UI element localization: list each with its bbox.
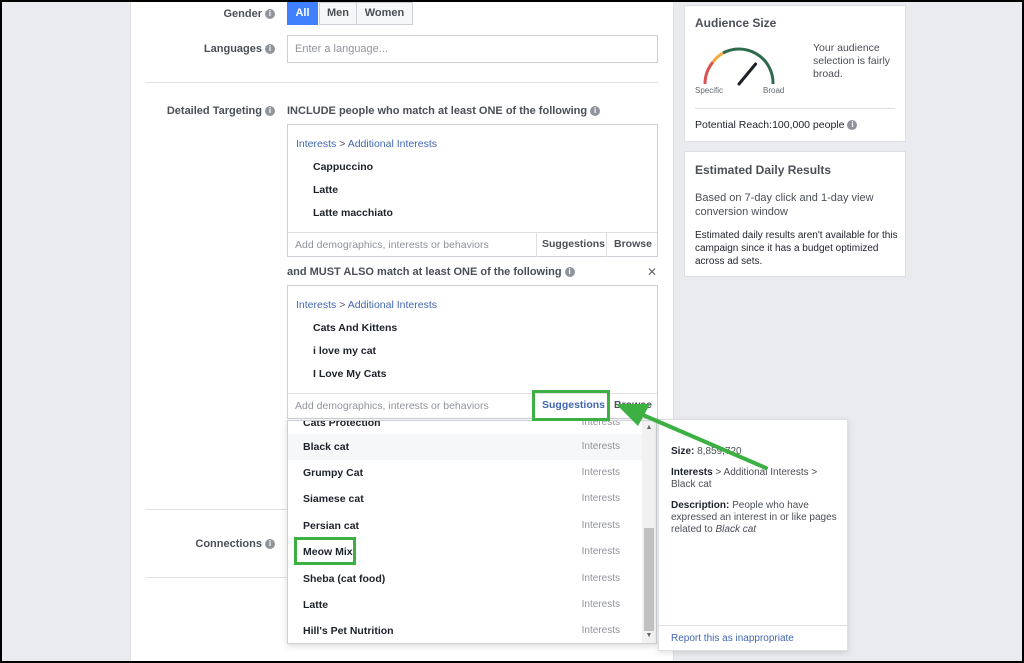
interest-name: Black cat bbox=[303, 441, 350, 453]
gauge-arc-red bbox=[703, 61, 715, 85]
detailed-targeting-label: Detailed Targeting i bbox=[150, 105, 275, 117]
dropdown-row[interactable]: Sheba (cat food) Interests bbox=[288, 566, 644, 592]
include-add-input[interactable]: Add demographics, interests or behaviors bbox=[295, 239, 489, 251]
gauge-arc-orange bbox=[711, 51, 724, 63]
interest-name: Cats Protection bbox=[303, 420, 381, 429]
info-icon: i bbox=[265, 106, 275, 117]
interest-type: Interests bbox=[581, 546, 620, 557]
dropdown-row[interactable]: Latte Interests bbox=[288, 592, 644, 618]
dropdown-row[interactable]: Grumpy Cat Interests bbox=[288, 460, 644, 486]
suggestions-dropdown: Cats Protection Interests Black cat Inte… bbox=[287, 420, 657, 644]
box-divider bbox=[288, 232, 657, 233]
scrollbar-thumb[interactable] bbox=[644, 528, 654, 631]
breadcrumb-separator: > bbox=[339, 138, 346, 150]
potential-reach: Potential Reach:100,000 people i bbox=[695, 119, 858, 131]
interest-name: Grumpy Cat bbox=[303, 467, 364, 479]
selected-interest[interactable]: I Love My Cats bbox=[313, 368, 387, 380]
gauge-arc-green bbox=[722, 47, 775, 85]
detail-description: Description: People who have expressed a… bbox=[671, 500, 837, 535]
scroll-down-icon[interactable]: ▼ bbox=[644, 631, 654, 641]
languages-label: Languages i bbox=[180, 43, 275, 55]
include-targeting-box: Interests > Additional Interests Cappucc… bbox=[287, 124, 658, 257]
estimated-results-title: Estimated Daily Results bbox=[695, 163, 832, 177]
gauge-left-label: Specific bbox=[695, 86, 724, 95]
info-icon: i bbox=[265, 9, 275, 20]
browse-button[interactable]: Browse bbox=[614, 238, 652, 250]
selected-interest[interactable]: Cats And Kittens bbox=[313, 322, 397, 334]
must-add-input[interactable]: Add demographics, interests or behaviors bbox=[295, 400, 489, 412]
dropdown-row-hovered[interactable]: Black cat Interests bbox=[288, 434, 644, 460]
close-icon[interactable]: ✕ bbox=[647, 265, 657, 279]
info-icon: i bbox=[590, 106, 601, 117]
breadcrumb-interests-link[interactable]: Interests bbox=[296, 299, 336, 311]
section-divider bbox=[146, 509, 287, 510]
dropdown-row[interactable]: Persian cat Interests bbox=[288, 513, 644, 539]
interest-name: Hill's Pet Nutrition bbox=[303, 625, 394, 637]
info-icon: i bbox=[265, 44, 275, 55]
info-icon: i bbox=[265, 539, 275, 550]
interest-name: Latte bbox=[303, 599, 329, 611]
selected-interest[interactable]: Latte bbox=[313, 184, 338, 196]
estimated-results-note: Estimated daily results aren't available… bbox=[695, 230, 898, 267]
gender-label: Gender i bbox=[180, 8, 275, 20]
selected-interest[interactable]: Latte macchiato bbox=[313, 207, 393, 219]
selected-interest[interactable]: i love my cat bbox=[313, 345, 376, 357]
annotation-arrow bbox=[616, 404, 768, 470]
dropdown-row[interactable]: Hill's Pet Nutrition Interests bbox=[288, 618, 644, 643]
interest-type: Interests bbox=[581, 493, 620, 504]
suggestions-highlight bbox=[532, 390, 610, 421]
estimated-results-basis: Based on 7-day click and 1-day view conv… bbox=[695, 192, 874, 218]
gender-option-men[interactable]: Men bbox=[319, 2, 357, 25]
field-separator bbox=[606, 233, 607, 257]
breadcrumb-interests-link[interactable]: Interests bbox=[296, 138, 336, 150]
include-breadcrumb: Interests > Additional Interests bbox=[296, 138, 437, 150]
audience-gauge bbox=[703, 47, 775, 86]
dropdown-row[interactable]: Siamese cat Interests bbox=[288, 486, 644, 512]
suggestions-button[interactable]: Suggestions bbox=[542, 238, 605, 250]
report-link[interactable]: Report this as inappropriate bbox=[671, 633, 794, 644]
interest-name: Persian cat bbox=[303, 520, 360, 532]
section-divider bbox=[146, 577, 287, 578]
interest-name: Siamese cat bbox=[303, 493, 364, 505]
breadcrumb-additional-interests-link[interactable]: Additional Interests bbox=[348, 138, 437, 150]
detail-divider bbox=[659, 625, 847, 626]
card-divider bbox=[695, 108, 895, 109]
breadcrumb-separator: > bbox=[339, 299, 346, 311]
breadcrumb-additional-interests-link[interactable]: Additional Interests bbox=[348, 299, 437, 311]
connections-label: Connections i bbox=[180, 538, 275, 550]
gender-option-women[interactable]: Women bbox=[356, 2, 413, 25]
audience-size-title: Audience Size bbox=[695, 16, 777, 30]
language-input[interactable]: Enter a language... bbox=[287, 35, 658, 63]
section-divider bbox=[146, 82, 658, 83]
interest-name: Sheba (cat food) bbox=[303, 573, 386, 585]
gauge-right-label: Broad bbox=[763, 86, 785, 95]
must-breadcrumb: Interests > Additional Interests bbox=[296, 299, 437, 311]
field-separator bbox=[536, 233, 537, 257]
selected-interest[interactable]: Cappuccino bbox=[313, 161, 373, 173]
audience-size-card: Audience Size Specific Broad Your audien… bbox=[684, 5, 906, 142]
gender-option-all[interactable]: All bbox=[287, 2, 318, 25]
estimated-results-card: Estimated Daily Results Based on 7-day c… bbox=[684, 151, 906, 277]
interest-type: Interests bbox=[581, 520, 620, 531]
interest-type: Interests bbox=[581, 599, 620, 610]
gauge-needle bbox=[737, 62, 758, 86]
interest-type: Interests bbox=[581, 625, 620, 636]
info-icon: i bbox=[847, 120, 858, 131]
audience-summary: Your audience selection is fairly broad. bbox=[813, 42, 891, 80]
must-also-heading: and MUST ALSO match at least ONE of the … bbox=[287, 266, 575, 278]
info-icon: i bbox=[564, 267, 575, 278]
interest-type: Interests bbox=[581, 573, 620, 584]
meow-mix-highlight bbox=[294, 537, 356, 565]
include-heading: INCLUDE people who match at least ONE of… bbox=[287, 105, 601, 117]
